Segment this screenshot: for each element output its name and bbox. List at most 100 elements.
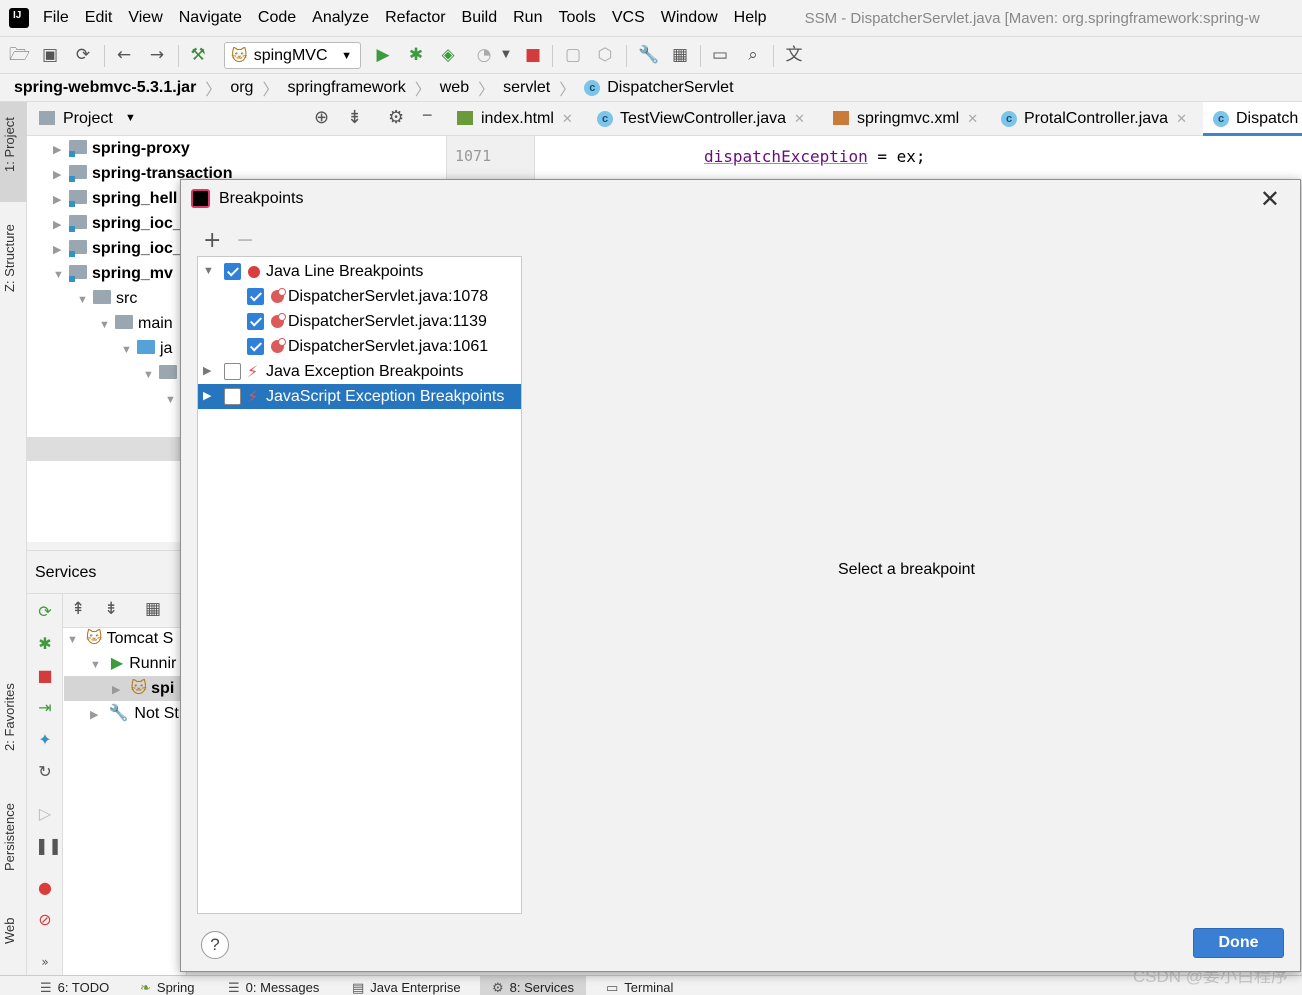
service-tree-item[interactable]: ▶ 🔧 Not St: [90, 701, 179, 726]
view-breakpoints-icon[interactable]: ●: [35, 878, 55, 898]
bp-checkbox[interactable]: [247, 313, 264, 330]
profile-icon[interactable]: ◔: [474, 45, 494, 65]
tree-item[interactable]: ▶ spring_ioc_: [53, 236, 182, 261]
save-icon[interactable]: ▣: [40, 45, 60, 65]
tab-protalcontroller[interactable]: c ProtalController.java ✕: [991, 102, 1187, 136]
pause-icon[interactable]: ❚❚: [35, 836, 62, 856]
tree-item[interactable]: ▼: [143, 361, 182, 386]
sync-icon[interactable]: ⟳: [73, 45, 93, 65]
tool-tab-messages[interactable]: ☰ 0: Messages: [228, 980, 319, 995]
chevron-down-icon[interactable]: ▼: [203, 259, 214, 284]
group-checkbox[interactable]: [224, 388, 241, 405]
bp-item[interactable]: DispatcherServlet.java:1061: [198, 334, 521, 359]
resume-icon[interactable]: ▷: [35, 804, 55, 824]
tool-tab-structure[interactable]: Z: Structure: [2, 214, 26, 302]
help-button[interactable]: ?: [201, 931, 229, 959]
menu-view[interactable]: View: [128, 9, 162, 27]
tab-springmvc-xml[interactable]: springmvc.xml ✕: [823, 102, 978, 136]
run-icon[interactable]: ▶: [373, 45, 393, 65]
remove-breakpoint-button[interactable]: −: [236, 228, 254, 253]
service-tree-item[interactable]: ▼ 🐱 Tomcat S: [67, 626, 173, 651]
open-folder-icon[interactable]: 🗁: [9, 45, 30, 65]
tree-item[interactable]: ▶ spring_ioc_: [53, 211, 182, 236]
collapse-all-icon[interactable]: ⇟: [104, 599, 118, 619]
menu-vcs[interactable]: VCS: [612, 9, 645, 27]
group-checkbox[interactable]: [224, 263, 241, 280]
service-tree-item[interactable]: ▶ 🐱 spi: [64, 676, 187, 701]
tab-dispatcherservlet[interactable]: c Dispatch: [1203, 102, 1302, 136]
service-tree-item[interactable]: ▼ ▶ Runnir: [90, 651, 176, 676]
stop-icon[interactable]: ■: [523, 45, 543, 65]
menu-code[interactable]: Code: [258, 9, 296, 27]
tree-item[interactable]: ▼ main: [99, 311, 173, 336]
deploy-icon[interactable]: ⇥: [35, 698, 55, 718]
debug-icon[interactable]: ✱: [35, 634, 55, 654]
menu-window[interactable]: Window: [661, 9, 718, 27]
tree-item[interactable]: ▼ ja: [121, 336, 172, 361]
terminal-window-icon[interactable]: ▭: [710, 45, 730, 65]
done-button[interactable]: Done: [1193, 928, 1284, 958]
bp-group-java-exception[interactable]: ▶ ⚡ Java Exception Breakpoints: [198, 359, 521, 384]
search-icon[interactable]: ⌕: [743, 45, 763, 65]
close-icon[interactable]: ✕: [1176, 111, 1187, 126]
debug-icon[interactable]: ✱: [406, 45, 426, 65]
back-icon[interactable]: ←: [114, 45, 134, 65]
attach-icon[interactable]: ▢: [563, 45, 583, 65]
breadcrumb-web[interactable]: web: [440, 79, 469, 97]
tool-tab-terminal[interactable]: ▭ Terminal: [606, 980, 673, 995]
project-structure-icon[interactable]: ▦: [670, 45, 690, 65]
tool-tab-todo[interactable]: ☰ 6: TODO: [40, 980, 109, 995]
group-checkbox[interactable]: [224, 363, 241, 380]
group-icon[interactable]: ▦: [145, 599, 161, 619]
settings-wrench-icon[interactable]: 🔧: [638, 45, 659, 65]
breadcrumb-org[interactable]: org: [230, 79, 253, 97]
bp-checkbox[interactable]: [247, 288, 264, 305]
more-icon[interactable]: »: [35, 952, 55, 972]
tree-item[interactable]: ▼ spring_mv: [53, 261, 173, 286]
tool-tab-project[interactable]: 1: Project: [2, 110, 26, 180]
tree-item[interactable]: ▼: [165, 386, 181, 411]
chevron-right-icon[interactable]: ▶: [203, 359, 211, 384]
tab-testviewcontroller[interactable]: c TestViewController.java ✕: [587, 102, 805, 136]
close-icon[interactable]: ✕: [794, 111, 805, 126]
collapse-all-icon[interactable]: ⇟: [347, 107, 362, 128]
menu-file[interactable]: File: [43, 9, 69, 27]
menu-navigate[interactable]: Navigate: [179, 9, 242, 27]
tool-tab-persistence[interactable]: Persistence: [2, 798, 26, 876]
bp-item[interactable]: DispatcherServlet.java:1139: [198, 309, 521, 334]
tool-tab-spring[interactable]: ❧ Spring: [140, 980, 194, 995]
tab-index-html[interactable]: index.html ✕: [447, 102, 573, 136]
bp-group-javascript-exception[interactable]: ▶ ⚡ JavaScript Exception Breakpoints: [198, 384, 521, 409]
tool-tab-services[interactable]: ⚙ 8: Services: [480, 976, 586, 995]
tree-item[interactable]: ▶ spring-proxy: [53, 136, 190, 161]
menu-analyze[interactable]: Analyze: [312, 9, 369, 27]
code-editor[interactable]: 1071 dispatchException = ex;: [447, 136, 1302, 180]
chevron-down-icon[interactable]: ▼: [125, 112, 136, 124]
stop-icon[interactable]: ■: [35, 666, 55, 686]
refresh-icon[interactable]: ↻: [35, 762, 55, 782]
coverage-icon[interactable]: ◈: [438, 45, 458, 65]
menu-run[interactable]: Run: [513, 9, 542, 27]
chevron-right-icon[interactable]: ▶: [203, 384, 211, 409]
breadcrumb-servlet[interactable]: servlet: [503, 79, 550, 97]
forward-icon[interactable]: →: [147, 45, 167, 65]
gear-icon[interactable]: ⚙: [388, 107, 404, 128]
bp-group-java-line[interactable]: ▼ Java Line Breakpoints: [198, 259, 521, 284]
breadcrumb-springframework[interactable]: springframework: [287, 79, 405, 97]
menu-edit[interactable]: Edit: [85, 9, 113, 27]
tool-tab-java-enterprise[interactable]: ▤ Java Enterprise: [352, 980, 461, 995]
run-configuration-select[interactable]: 🐱 spingMVC ▼: [224, 42, 361, 69]
close-icon[interactable]: ✕: [562, 111, 573, 126]
menu-tools[interactable]: Tools: [558, 9, 595, 27]
translate-icon[interactable]: 文: [784, 45, 804, 65]
locate-icon[interactable]: ⊕: [314, 107, 329, 128]
build-hammer-icon[interactable]: ⚒: [188, 45, 208, 65]
breadcrumb-jar[interactable]: spring-webmvc-5.3.1.jar: [14, 79, 196, 97]
mute-breakpoints-icon[interactable]: ⊘: [35, 910, 55, 930]
rerun-icon[interactable]: ⟳: [35, 602, 55, 622]
deploy-icon[interactable]: ⬡: [595, 45, 615, 65]
bp-item[interactable]: DispatcherServlet.java:1078: [198, 284, 521, 309]
breadcrumb-class[interactable]: DispatcherServlet: [607, 79, 733, 97]
project-view-select[interactable]: Project: [63, 110, 113, 128]
close-icon[interactable]: ✕: [967, 111, 978, 126]
